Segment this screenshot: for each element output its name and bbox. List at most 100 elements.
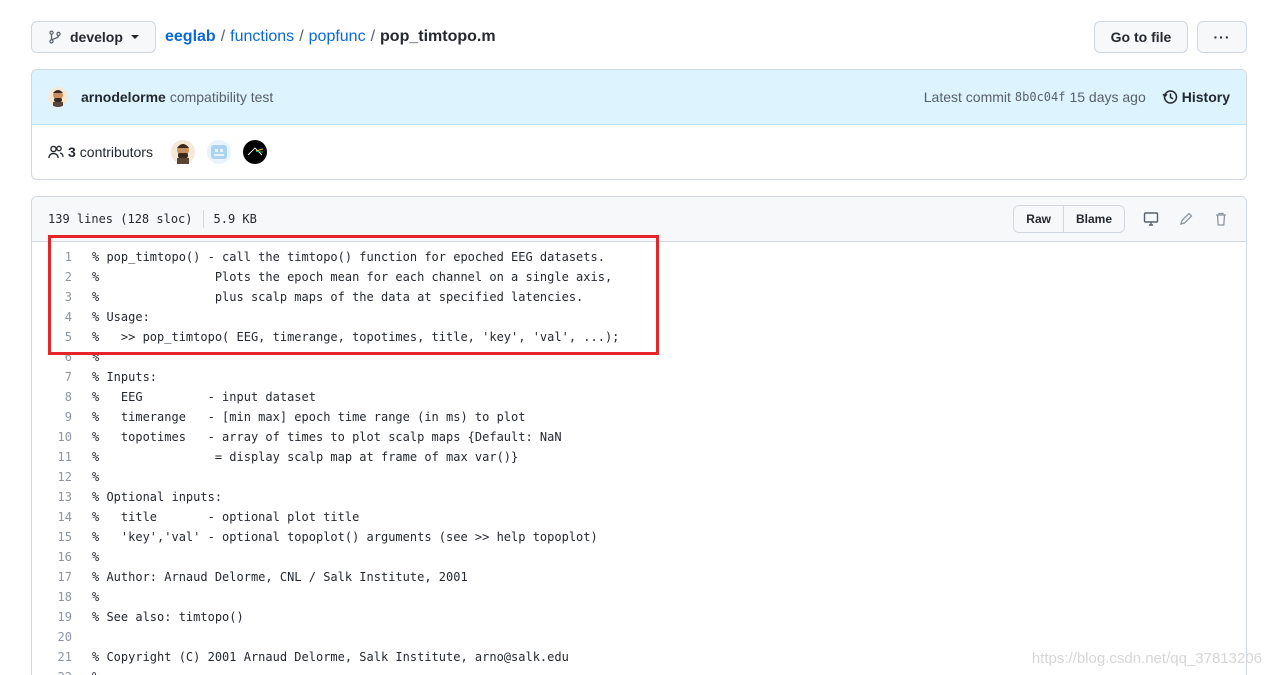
line-number[interactable]: 17	[32, 570, 72, 584]
line-number[interactable]: 15	[32, 530, 72, 544]
contributors-label[interactable]: contributors	[80, 144, 153, 160]
latest-commit-label: Latest commit	[923, 89, 1011, 105]
line-number[interactable]: 1	[32, 250, 72, 264]
code-line: 8 % EEG - input dataset	[32, 387, 1246, 407]
contributors-row: 3 contributors	[32, 125, 1246, 179]
breadcrumb-separator: /	[370, 28, 376, 45]
file-lines-info: 139 lines (128 sloc)	[48, 212, 193, 226]
line-number[interactable]: 14	[32, 510, 72, 524]
line-number[interactable]: 10	[32, 430, 72, 444]
file-view-button-group: Raw Blame	[1013, 205, 1125, 233]
file-header: 139 lines (128 sloc) 5.9 KB Raw Blame	[32, 197, 1246, 242]
line-number[interactable]: 9	[32, 410, 72, 424]
line-code: %	[92, 350, 100, 364]
line-number[interactable]: 6	[32, 350, 72, 364]
contributor-avatars	[170, 140, 271, 164]
line-number[interactable]: 20	[32, 630, 72, 644]
blame-button[interactable]: Blame	[1062, 206, 1124, 232]
line-number[interactable]: 5	[32, 330, 72, 344]
breadcrumb-popfunc-link[interactable]: popfunc	[309, 28, 366, 46]
line-number[interactable]: 7	[32, 370, 72, 384]
line-code: %	[92, 550, 100, 564]
code-line: 19 % See also: timtopo()	[32, 607, 1246, 627]
contributor-avatar[interactable]	[170, 140, 195, 164]
line-number[interactable]: 16	[32, 550, 72, 564]
more-options-button[interactable]: ···	[1197, 21, 1247, 53]
breadcrumb-functions-link[interactable]: functions	[230, 28, 294, 46]
breadcrumb-separator: /	[299, 28, 304, 45]
code-line: 4 % Usage:	[32, 307, 1246, 327]
line-number[interactable]: 13	[32, 490, 72, 504]
code-line: 12%	[32, 467, 1246, 487]
code-line: 18%	[32, 587, 1246, 607]
commit-author-link[interactable]: arnodelorme	[81, 89, 166, 105]
commit-message-link[interactable]: compatibility test	[170, 89, 273, 105]
raw-button[interactable]: Raw	[1014, 206, 1063, 232]
contributor-avatar[interactable]	[242, 140, 267, 164]
line-code: % pop_timtopo() - call the timtopo() fun…	[92, 250, 605, 264]
code-line: 5 % >> pop_timtopo( EEG, timerange, topot…	[32, 327, 1246, 347]
line-code: % 'key','val' - optional topoplot() argu…	[92, 530, 598, 544]
caret-down-icon	[130, 35, 139, 39]
line-number[interactable]: 18	[32, 590, 72, 604]
code-line: 7 % Inputs:	[32, 367, 1246, 387]
git-branch-icon	[49, 30, 61, 44]
people-icon	[48, 145, 64, 159]
contributors-count[interactable]: 3	[68, 144, 76, 160]
history-link[interactable]: History	[1162, 89, 1230, 105]
line-code: % topotimes - array of times to plot sca…	[92, 430, 562, 444]
line-code: % Copyright (C) 2001 Arnaud Delorme, Sal…	[92, 650, 569, 664]
line-number[interactable]: 12	[32, 470, 72, 484]
code-line: 20	[32, 627, 1246, 647]
trash-icon[interactable]	[1212, 210, 1230, 228]
history-icon	[1162, 90, 1178, 104]
branch-select-button[interactable]: develop	[31, 21, 156, 53]
line-code: % Author: Arnaud Delorme, CNL / Salk Ins…	[92, 570, 468, 584]
line-code: % Inputs:	[92, 370, 158, 384]
breadcrumb-repo-link[interactable]: eeglab	[165, 28, 216, 46]
file-viewer: 139 lines (128 sloc) 5.9 KB Raw Blame 1%…	[31, 196, 1247, 675]
line-number[interactable]: 2	[32, 270, 72, 284]
line-code: % >> pop_timtopo( EEG, timerange, topoti…	[92, 330, 620, 344]
breadcrumb-separator: /	[220, 28, 226, 45]
file-size: 5.9 KB	[213, 212, 257, 226]
commit-sha-link[interactable]: 8b0c04f	[1015, 90, 1066, 104]
code-line: 13 % Optional inputs:	[32, 487, 1246, 507]
code-line: 11 % = display scalp map at frame of max …	[32, 447, 1246, 467]
pencil-icon[interactable]	[1177, 210, 1195, 228]
line-number[interactable]: 21	[32, 650, 72, 664]
code-listing: 1 % pop_timtopo() - call the timtopo() fu…	[32, 242, 1246, 675]
repo-topbar: develop eeglab / functions / popfunc / p…	[31, 21, 1247, 53]
line-code: % See also: timtopo()	[92, 610, 244, 624]
line-number[interactable]: 19	[32, 610, 72, 624]
watermark-text: https://blog.csdn.net/qq_37813206	[1031, 650, 1262, 667]
desktop-icon[interactable]	[1142, 210, 1160, 228]
line-number[interactable]: 11	[32, 450, 72, 464]
code-line: 14 % title - optional plot title	[32, 507, 1246, 527]
code-line: 22%	[32, 667, 1246, 675]
line-number[interactable]: 8	[32, 390, 72, 404]
line-number[interactable]: 3	[32, 290, 72, 304]
code-line: 6%	[32, 347, 1246, 367]
code-line: 9 % timerange - [min max] epoch time rang…	[32, 407, 1246, 427]
go-to-file-button[interactable]: Go to file	[1094, 21, 1188, 53]
line-number[interactable]: 4	[32, 310, 72, 324]
breadcrumb: eeglab / functions / popfunc / pop_timto…	[165, 28, 496, 46]
code-line: 2 % Plots the epoch mean for each channel…	[32, 267, 1246, 287]
line-code: %	[72, 670, 99, 675]
author-avatar[interactable]	[48, 87, 68, 107]
contributor-avatar[interactable]	[206, 140, 231, 164]
line-code: % = display scalp map at frame of max va…	[92, 450, 519, 464]
line-number[interactable]: 22	[32, 670, 72, 675]
breadcrumb-file-name: pop_timtopo.m	[380, 28, 496, 45]
line-code: % title - optional plot title	[92, 510, 360, 524]
code-line: 16%	[32, 547, 1246, 567]
line-code: % Usage:	[92, 310, 150, 324]
latest-commit-bar: arnodelorme compatibility test Latest co…	[32, 70, 1246, 125]
line-code: % Optional inputs:	[92, 490, 223, 504]
line-code: % plus scalp maps of the data at specifi…	[92, 290, 584, 304]
header-divider	[202, 210, 204, 228]
code-line: 15 % 'key','val' - optional topoplot() ar…	[32, 527, 1246, 547]
commit-time: 15 days ago	[1069, 89, 1146, 105]
commit-info-box: arnodelorme compatibility test Latest co…	[31, 69, 1247, 180]
